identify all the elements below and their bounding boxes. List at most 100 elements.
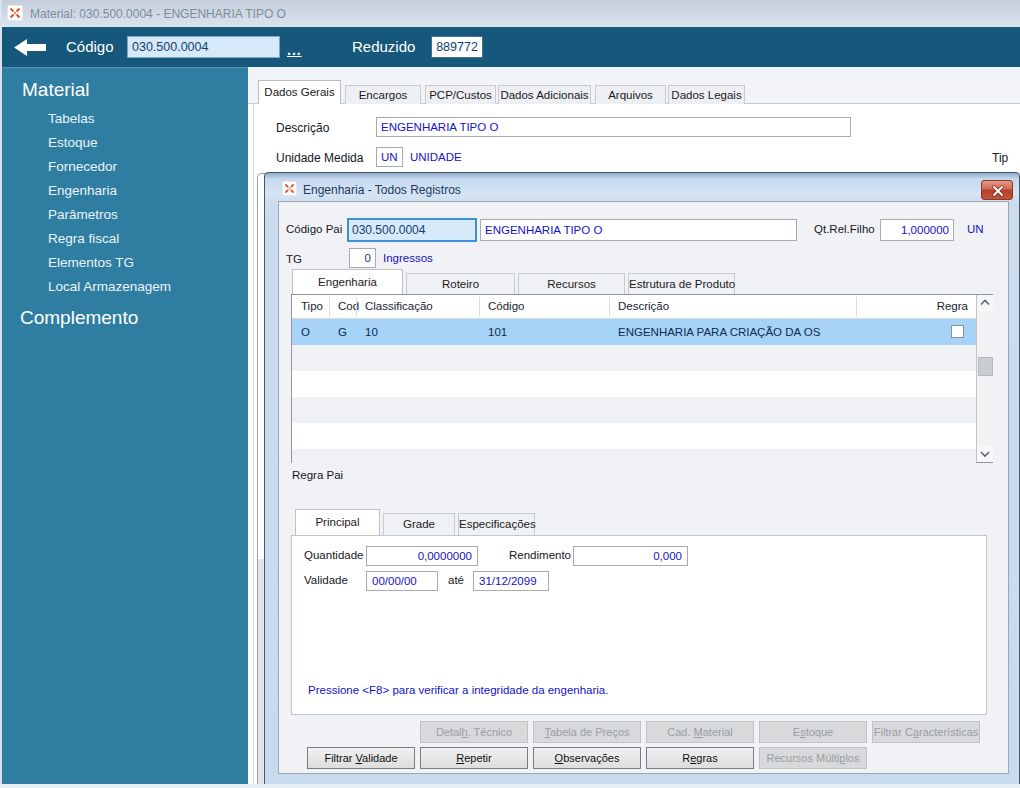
regra-pai-label: Regra Pai: [292, 469, 343, 481]
validade-fim-input[interactable]: 31/12/2099: [473, 571, 549, 591]
qt-rel-filho-input[interactable]: 1,000000: [880, 219, 954, 241]
qt-unit-label: UN: [967, 223, 984, 235]
grid-empty-row: [292, 397, 976, 423]
page-panel-border: [253, 104, 254, 784]
dialog-tab-estrutura-de-produto[interactable]: Estrutura de Produto: [628, 273, 735, 294]
scroll-up-icon[interactable]: [977, 295, 993, 311]
scroll-down-icon[interactable]: [977, 446, 993, 462]
codigo-pai-label: Código Pai: [286, 223, 342, 235]
window-titlebar: Material: 030.500.0004 - ENGENHARIA TIPO…: [0, 0, 1020, 27]
reduzido-label: Reduzido: [352, 38, 415, 55]
button-recursos-m-ltiplos: Recursos Múltiplos: [759, 747, 867, 769]
descricao-input[interactable]: ENGENHARIA TIPO O: [376, 117, 851, 137]
grid-col-classificao: Classificação: [356, 295, 479, 318]
button-filtrar-caracter-sticas: Filtrar Características: [872, 721, 980, 743]
app-header: Código 030.500.0004 ... Reduzido 889772: [0, 27, 1020, 67]
sidebar-item-local-armazenagem[interactable]: Local Armazenagem: [48, 279, 171, 294]
dialog-tab-engenharia[interactable]: Engenharia: [292, 269, 403, 294]
button-repetir[interactable]: Repetir: [420, 747, 528, 769]
app-icon: [7, 5, 23, 21]
tab-encargos[interactable]: Encargos: [345, 85, 421, 104]
grid-empty-row: [292, 371, 976, 397]
inner-tab-especifica-es[interactable]: Especificações: [458, 513, 535, 535]
rendimento-input[interactable]: 0,000: [573, 546, 688, 566]
tg-input[interactable]: 0: [349, 248, 376, 268]
qt-rel-filho-label: Qt.Rel.Filho: [814, 223, 875, 235]
tg-label: TG: [286, 253, 302, 265]
codigo-lookup-link[interactable]: ...: [287, 42, 302, 58]
grid-scrollbar[interactable]: [976, 295, 993, 462]
window-title: Material: 030.500.0004 - ENGENHARIA TIPO…: [30, 7, 286, 21]
dialog-tab-recursos[interactable]: Recursos: [518, 273, 625, 294]
codigo-input[interactable]: 030.500.0004: [127, 36, 280, 58]
grid-col-separator: [329, 297, 330, 316]
sidebar-heading-material[interactable]: Material: [22, 79, 90, 101]
grid-cell[interactable]: ENGENHARIA PARA CRIAÇÃO DA OS: [609, 319, 856, 345]
codigo-label: Código: [66, 38, 114, 55]
reduzido-input[interactable]: 889772: [431, 36, 483, 58]
close-icon[interactable]: [981, 180, 1013, 200]
main-tab-strip: Dados GeraisEncargosPCP/CustosDados Adic…: [248, 67, 1020, 104]
inner-tab-grade[interactable]: Grade: [383, 513, 455, 535]
validade-inicio-input[interactable]: 00/00/00: [366, 571, 438, 591]
engenharia-dialog: Engenharia - Todos Registros Código Pai …: [264, 172, 1020, 788]
quantidade-label: Quantidade: [304, 549, 363, 561]
tab-dados-adicionais[interactable]: Dados Adicionais: [498, 85, 591, 104]
grid-col-cod: Cod: [329, 295, 356, 318]
dialog-body: Código Pai 030.500.0004 ENGENHARIA TIPO …: [278, 201, 1009, 774]
sidebar-item-regra-fiscal[interactable]: Regra fiscal: [48, 231, 119, 246]
sidebar-heading-complemento[interactable]: Complemento: [20, 307, 138, 329]
codigo-pai-input[interactable]: 030.500.0004: [347, 218, 477, 242]
button-detalh-t-cnico: Detalh. Técnico: [420, 721, 528, 743]
grid-col-tipo: Tipo: [292, 295, 329, 318]
tab-dados-gerais[interactable]: Dados Gerais: [258, 80, 341, 104]
quantidade-input[interactable]: 0,0000000: [366, 546, 478, 566]
sidebar-item-parâmetros[interactable]: Parâmetros: [48, 207, 118, 222]
dialog-title: Engenharia - Todos Registros: [303, 183, 461, 197]
grid-cell[interactable]: 101: [479, 319, 609, 345]
tg-desc-label: Ingressos: [383, 252, 433, 264]
tab-pcp-custos[interactable]: PCP/Custos: [425, 85, 496, 104]
grid-empty-row: [292, 423, 976, 449]
rendimento-label: Rendimento: [509, 549, 571, 561]
grid-empty-row: [292, 345, 976, 371]
button-cad-material: Cad. Material: [646, 721, 754, 743]
inner-tab-principal[interactable]: Principal: [295, 509, 380, 535]
grid-col-descrio: Descrição: [609, 295, 856, 318]
back-arrow-icon[interactable]: [14, 39, 46, 56]
grid-cell[interactable]: G: [329, 319, 356, 345]
tipo-label-truncated: Tip: [992, 151, 1008, 165]
sidebar-item-fornecedor[interactable]: Fornecedor: [48, 159, 117, 174]
grid-cell[interactable]: O: [292, 319, 329, 345]
button-filtrar-validade[interactable]: Filtrar Validade: [307, 747, 415, 769]
f8-message: Pressione <F8> para verificar a integrid…: [308, 684, 608, 696]
dialog-tab-roteiro[interactable]: Roteiro: [406, 273, 515, 294]
button-estoque: Estoque: [759, 721, 867, 743]
descricao-pai-input[interactable]: ENGENHARIA TIPO O: [480, 219, 797, 241]
tab-arquivos[interactable]: Arquivos: [595, 85, 666, 104]
grid-col-separator: [479, 297, 480, 316]
engenharia-grid: TipoCodClassificaçãoCódigoDescriçãoRegra…: [291, 294, 993, 463]
sidebar-item-estoque[interactable]: Estoque: [48, 135, 98, 150]
grid-cell[interactable]: 10: [356, 319, 479, 345]
button-tabela-de-pre-os: Tabela de Preços: [533, 721, 641, 743]
unidade-desc-label: UNIDADE: [410, 151, 462, 163]
ate-label: até: [448, 574, 464, 586]
descricao-label: Descrição: [276, 121, 329, 135]
grid-col-cdigo: Código: [479, 295, 609, 318]
button-observa-es[interactable]: Observações: [533, 747, 641, 769]
button-regras[interactable]: Regras: [646, 747, 754, 769]
window-bottom-edge: [0, 784, 1020, 788]
sidebar-item-tabelas[interactable]: Tabelas: [48, 111, 95, 126]
tab-dados-legais[interactable]: Dados Legais: [668, 85, 745, 104]
scroll-thumb[interactable]: [978, 357, 993, 376]
grid-col-separator: [856, 297, 857, 316]
sidebar-item-elementos-tg[interactable]: Elementos TG: [48, 255, 134, 270]
dialog-icon: [282, 181, 297, 196]
validade-label: Validade: [304, 574, 348, 586]
grid-empty-row: [292, 449, 976, 475]
grid-col-separator: [609, 297, 610, 316]
regra-checkbox[interactable]: [951, 325, 964, 338]
unidade-input[interactable]: UN: [376, 147, 403, 167]
sidebar-item-engenharia[interactable]: Engenharia: [48, 183, 117, 198]
